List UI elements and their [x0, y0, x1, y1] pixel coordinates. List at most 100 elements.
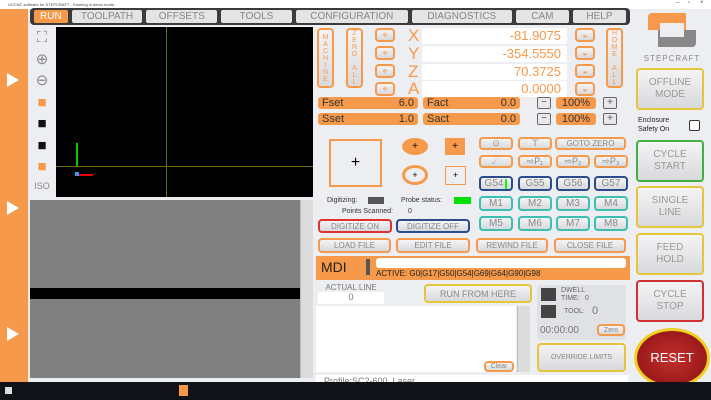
goto-zero-button[interactable]: GOTO ZERO [555, 137, 626, 150]
g55-button[interactable]: G55 [518, 176, 552, 191]
feed-override-minus-button[interactable]: − [537, 97, 551, 109]
run-from-here-button[interactable]: RUN FROM HERE [424, 284, 532, 303]
single-line-button[interactable]: SINGLE LINE [636, 186, 704, 228]
digitize-off-button[interactable]: DIGITIZE OFF [396, 219, 470, 233]
tab-tools[interactable]: TOOLS [221, 10, 292, 23]
zero-timer-button[interactable]: Zero [597, 324, 625, 336]
expand-arrow-icon[interactable] [7, 201, 19, 215]
close-file-button[interactable]: CLOSE FILE [554, 238, 626, 253]
iso-view-button[interactable]: ISO [30, 176, 54, 196]
offline-mode-button[interactable]: OFFLINE MODE [636, 68, 704, 110]
start-icon[interactable] [5, 387, 12, 394]
spindle-override-minus-button[interactable]: − [537, 113, 551, 125]
sset-label: Sset [322, 113, 345, 125]
side-view-cube-icon[interactable]: ■ [30, 135, 54, 155]
axis-z-value[interactable]: 70.3725 [422, 64, 567, 80]
tab-configuration[interactable]: CONFIGURATION [295, 10, 408, 23]
dwell-time-value: 0 [585, 295, 589, 302]
edit-file-button[interactable]: EDIT FILE [396, 238, 470, 253]
home-a-icon[interactable]: ◒ [575, 82, 595, 96]
single-label: SINGLE [651, 195, 689, 206]
g54-button[interactable]: G54 [479, 176, 513, 191]
probe-square-inside-icon[interactable]: + [445, 166, 466, 185]
m3-button[interactable]: M3 [556, 196, 590, 211]
probe-circle-inside-icon[interactable]: + [402, 165, 428, 185]
tab-cam[interactable]: CAM [515, 10, 569, 23]
uccnc-taskbar-icon[interactable] [179, 385, 188, 396]
coolant-icon[interactable]: ☄ [479, 155, 513, 168]
spindle-toggle-icon[interactable]: ⊙ [479, 137, 513, 150]
zoom-in-icon[interactable]: ⊕ [30, 49, 54, 69]
iso-view-cube-icon[interactable]: ■ [30, 156, 54, 176]
actual-line-value[interactable]: 0 [318, 292, 384, 304]
goto-p3-button[interactable]: ⇨P₃ [594, 155, 628, 168]
cycle-label: CYCLE [653, 149, 687, 160]
cycle-stop-button[interactable]: CYCLE STOP [636, 280, 704, 322]
tool-probe-icon[interactable]: ⊤ [518, 137, 552, 150]
tab-help[interactable]: HELP [572, 10, 627, 23]
m5-button[interactable]: M5 [479, 216, 513, 231]
status-panel: DWELL TIME: 0 TOOL: 0 00:00:00 Zero [537, 285, 626, 340]
tab-offsets[interactable]: OFFSETS [146, 10, 218, 23]
m7-button[interactable]: M7 [556, 216, 590, 231]
zero-x-icon[interactable]: ⌖ [375, 28, 395, 42]
override-limits-button[interactable]: OVERRIDE LIMITS [537, 343, 626, 372]
toolpath-viewer[interactable] [56, 27, 313, 197]
home-z-icon[interactable]: ◒ [575, 64, 595, 78]
fit-view-icon[interactable]: ⛶ [30, 27, 54, 47]
minimize-button[interactable]: – [676, 0, 679, 6]
home-all-button[interactable]: HOME ALL [606, 28, 623, 88]
zero-a-icon[interactable]: ⌖ [375, 82, 395, 96]
fset-display: Fset 6.0 [318, 97, 418, 109]
close-button[interactable]: × [700, 0, 704, 6]
gcode-display[interactable] [30, 200, 300, 378]
home-y-icon[interactable]: ◒ [575, 46, 595, 60]
expand-arrow-icon[interactable] [7, 327, 19, 341]
feed-hold-button[interactable]: FEED HOLD [636, 233, 704, 275]
mdi-input[interactable] [376, 258, 626, 268]
mdi-panel: MDI ACTIVE: G0|G17|G50|G54|G69|G64|G90|G… [316, 256, 630, 280]
machine-coords-button[interactable]: MACHINE [317, 28, 334, 88]
goto-p1-button[interactable]: ⇨P₁ [518, 155, 552, 168]
reset-button[interactable]: RESET [634, 328, 710, 388]
tab-toolpath[interactable]: TOOLPATH [71, 10, 143, 23]
load-file-button[interactable]: LOAD FILE [318, 238, 391, 253]
axis-a-value[interactable]: 0.0000 [422, 81, 567, 97]
zero-y-icon[interactable]: ⌖ [375, 46, 395, 60]
digitize-on-button[interactable]: DIGITIZE ON [318, 219, 392, 233]
zoom-out-icon[interactable]: ⊖ [30, 70, 54, 90]
g56-button[interactable]: G56 [556, 176, 590, 191]
home-x-icon[interactable]: ◒ [575, 28, 595, 42]
zero-z-icon[interactable]: ⌖ [375, 64, 395, 78]
axis-x-value[interactable]: -81.9075 [422, 28, 567, 44]
probe-square-center-icon[interactable]: + [445, 138, 465, 155]
probe-circle-center-icon[interactable]: + [402, 138, 428, 155]
enclosure-safety-checkbox[interactable] [689, 120, 700, 131]
stop-label: STOP [656, 301, 684, 312]
axis-y-value[interactable]: -354.5550 [422, 46, 567, 62]
tab-diagnostics[interactable]: DIAGNOSTICS [411, 10, 512, 23]
zero-all-button[interactable]: ZERO ALL [346, 28, 363, 88]
m8-button[interactable]: M8 [594, 216, 628, 231]
probe-rectangle-outside-icon[interactable]: + [329, 139, 382, 187]
message-log-scrollbar[interactable] [517, 306, 530, 372]
cycle-start-button[interactable]: CYCLE START [636, 140, 704, 182]
g57-button[interactable]: G57 [594, 176, 628, 191]
m4-button[interactable]: M4 [594, 196, 628, 211]
fset-label: Fset [322, 97, 344, 109]
gcode-scrollbar[interactable] [300, 200, 313, 378]
m1-button[interactable]: M1 [479, 196, 513, 211]
front-view-cube-icon[interactable]: ■ [30, 113, 54, 133]
expand-arrow-icon[interactable] [7, 73, 19, 87]
tab-run[interactable]: RUN [34, 10, 68, 23]
maximize-button[interactable]: ▫ [688, 0, 690, 6]
m6-button[interactable]: M6 [518, 216, 552, 231]
m2-button[interactable]: M2 [518, 196, 552, 211]
feed-override-plus-button[interactable]: + [603, 97, 617, 109]
goto-p2-button[interactable]: ⇨P₂ [556, 155, 590, 168]
spindle-override-plus-button[interactable]: + [603, 113, 617, 125]
points-scanned-label: Points Scanned: [342, 208, 393, 215]
top-view-cube-icon[interactable]: ■ [30, 92, 54, 112]
rewind-file-button[interactable]: REWIND FILE [476, 238, 548, 253]
clear-log-button[interactable]: Clear [484, 361, 514, 372]
